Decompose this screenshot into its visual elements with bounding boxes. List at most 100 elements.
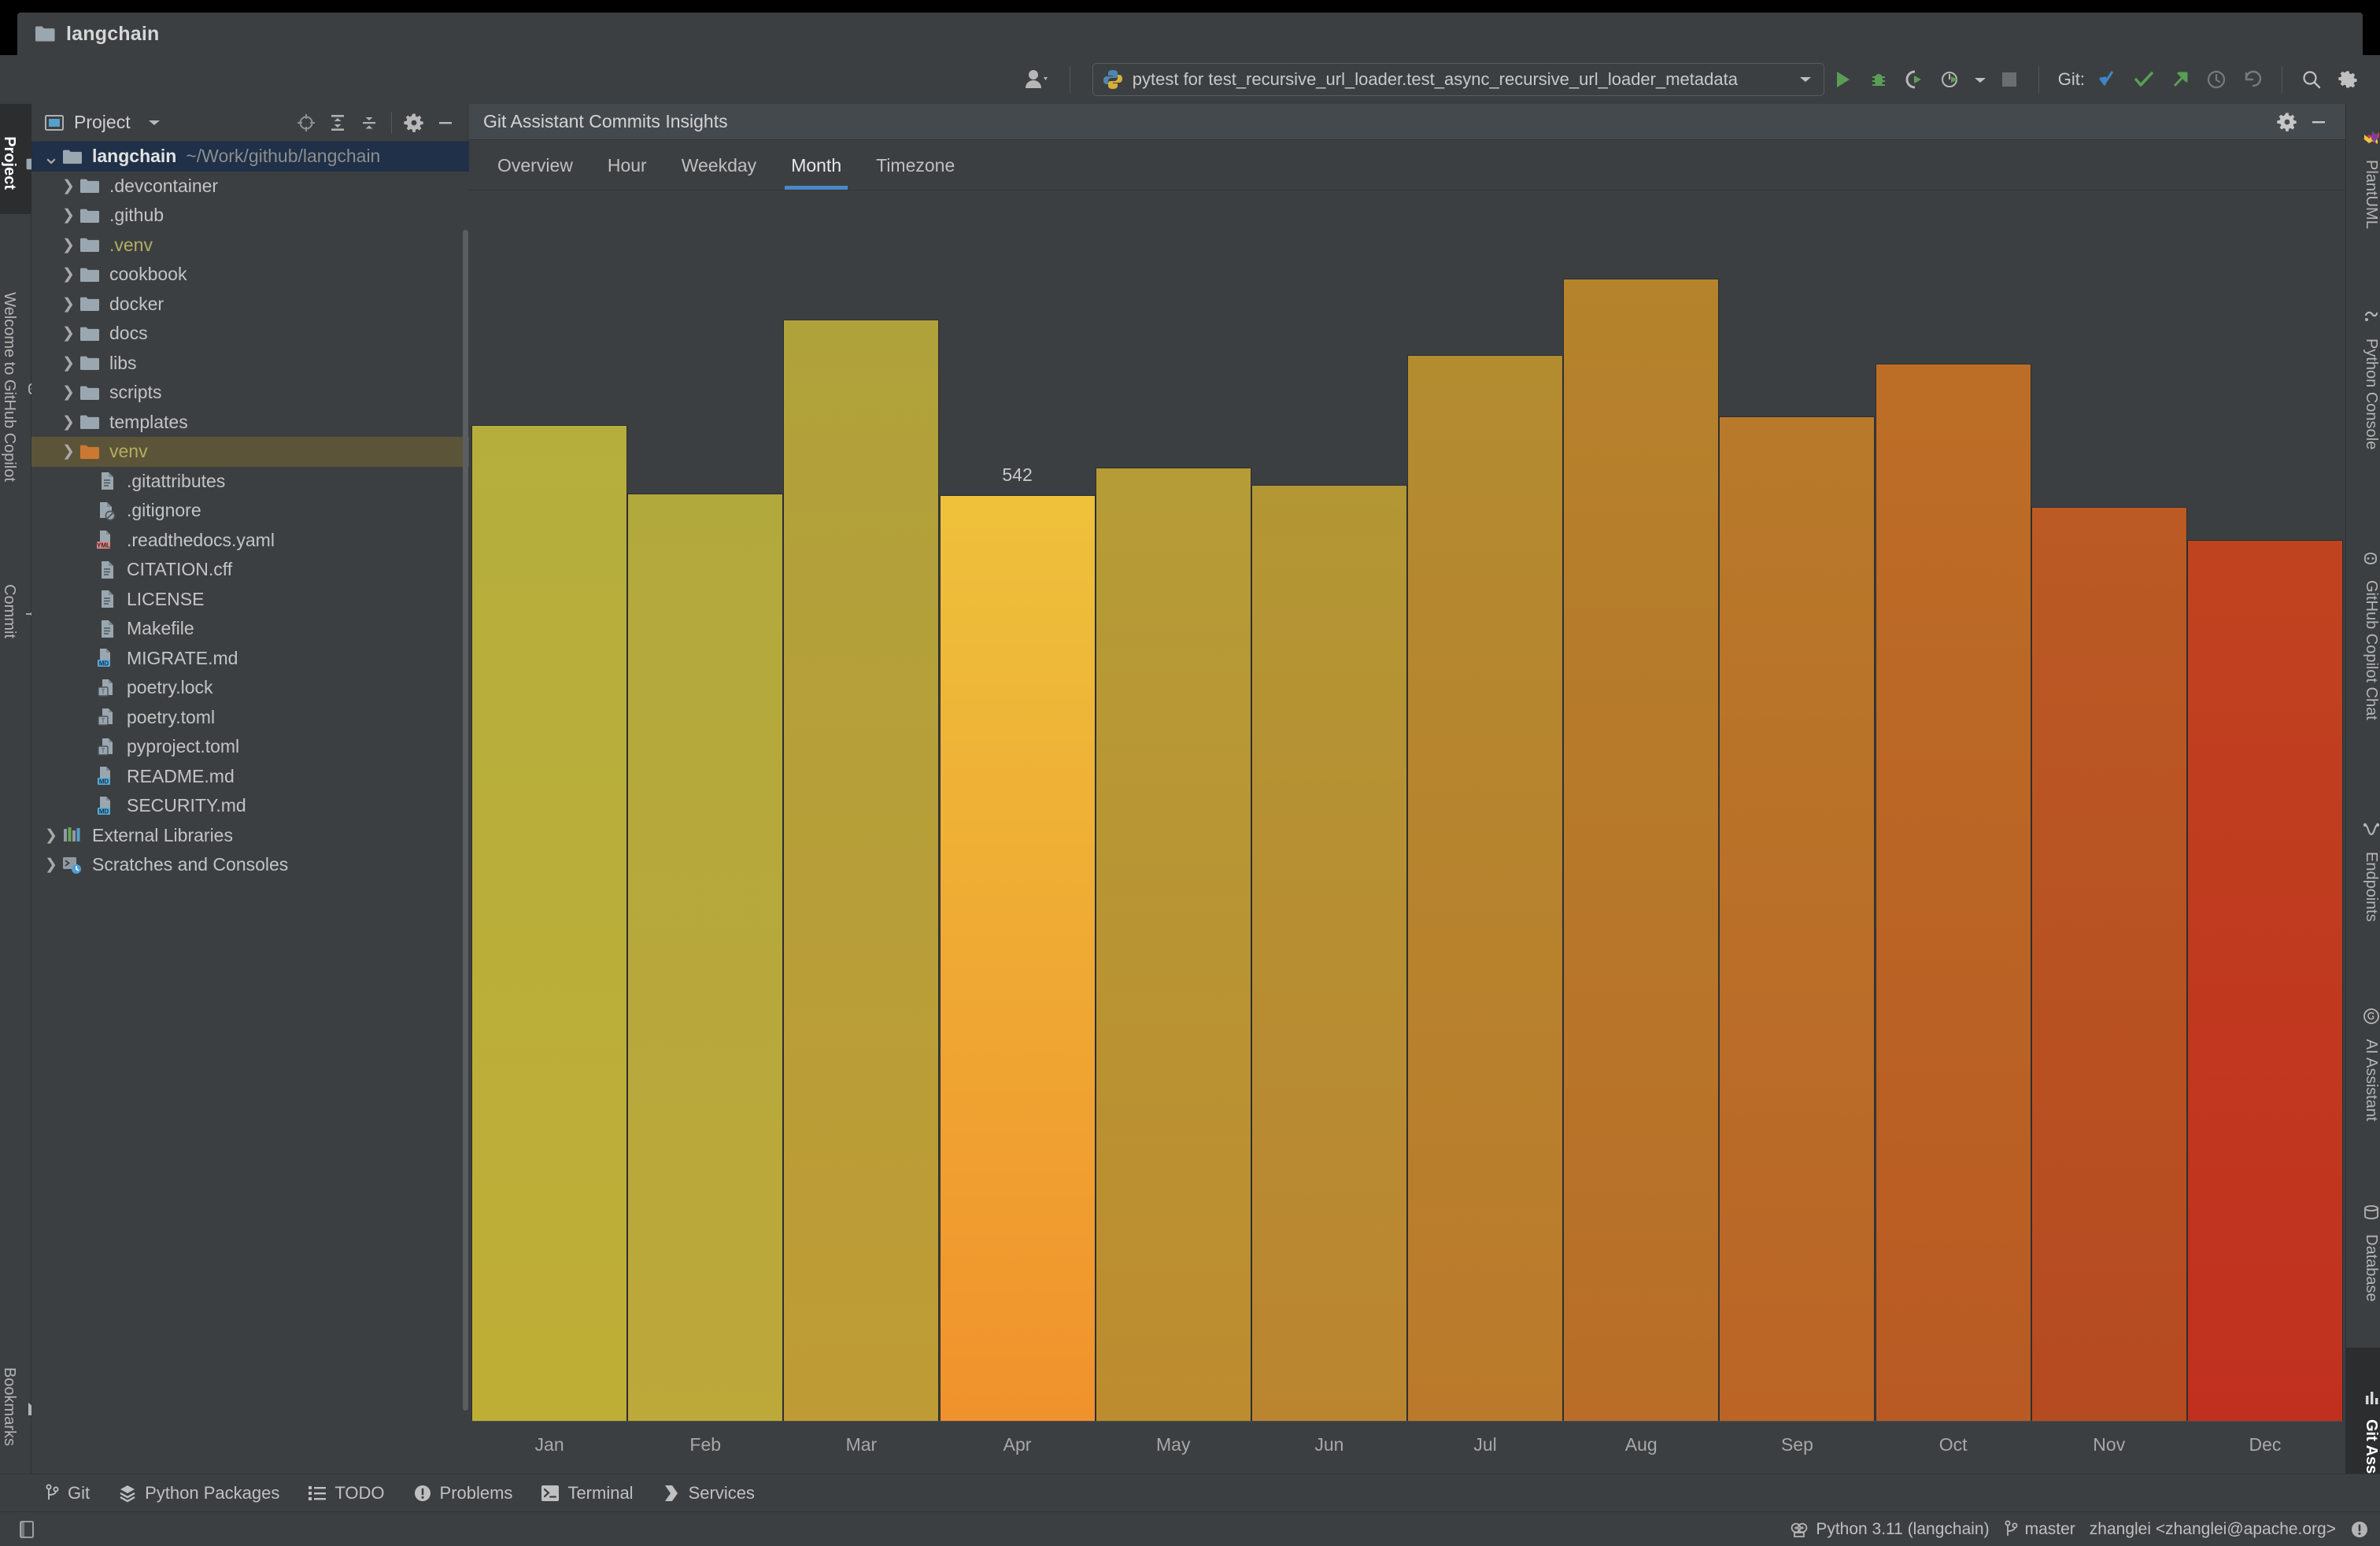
notifications-icon[interactable] — [2350, 1520, 2369, 1539]
tree-row[interactable]: ❯ .devcontainer — [31, 172, 469, 202]
chevron-right-icon[interactable]: ❯ — [60, 319, 77, 348]
bottom-tab-todo[interactable]: TODO — [308, 1483, 385, 1503]
bar-sep[interactable] — [1719, 416, 1876, 1421]
tree-row[interactable]: .gitattributes — [31, 467, 469, 497]
chevron-right-icon[interactable]: ❯ — [60, 201, 77, 230]
tree-row[interactable]: ❯ scripts — [31, 378, 469, 408]
settings-icon[interactable] — [398, 107, 430, 139]
chevron-right-icon[interactable]: ❯ — [42, 821, 60, 850]
tab-hour[interactable]: Hour — [590, 141, 664, 190]
bar-nov[interactable] — [2031, 507, 2187, 1421]
bottom-tab-terminal[interactable]: Terminal — [541, 1483, 634, 1503]
bottom-tab-python-packages[interactable]: Python Packages — [118, 1483, 279, 1503]
tree-row[interactable]: Makefile — [31, 614, 469, 644]
bar-aug[interactable] — [1563, 278, 1720, 1421]
tree-row[interactable]: ❯ venv — [31, 437, 469, 467]
run-configuration-selector[interactable]: pytest for test_recursive_url_loader.tes… — [1092, 63, 1824, 96]
tree-row[interactable]: ⌄ langchain ~/Work/github/langchain — [31, 142, 469, 172]
hide-panel-icon[interactable] — [430, 107, 461, 139]
bar-mar[interactable] — [783, 319, 940, 1421]
tree-row[interactable]: Tpoetry.toml — [31, 703, 469, 733]
bar-jul[interactable] — [1407, 355, 1564, 1421]
chevron-down-icon[interactable]: ⌄ — [42, 142, 60, 171]
chevron-right-icon[interactable]: ❯ — [42, 850, 60, 879]
git-panel-tabs[interactable]: Overview Hour Weekday Month Timezone — [469, 140, 2345, 190]
tree-row[interactable]: MD MIGRATE.md — [31, 644, 469, 674]
interpreter-selector[interactable]: Python 3.11 (langchain) — [1790, 1520, 1990, 1539]
sidebar-item-github-copilot-chat[interactable]: GitHub Copilot Chat — [2345, 501, 2380, 761]
git-commit-icon[interactable] — [2126, 61, 2162, 98]
chevron-right-icon[interactable]: ❯ — [60, 290, 77, 319]
git-rollback-icon[interactable] — [2234, 61, 2271, 98]
tree-row[interactable]: ❯ Scratches and Consoles — [31, 850, 469, 880]
tree-row[interactable]: ❯ External Libraries — [31, 821, 469, 851]
tree-row[interactable]: ❯ .venv — [31, 231, 469, 261]
tree-row[interactable]: MD README.md — [31, 762, 469, 792]
git-update-icon[interactable] — [2090, 61, 2126, 98]
sidebar-item-plantuml[interactable]: PlantUML — [2345, 104, 2380, 246]
branch-selector[interactable]: master — [2004, 1520, 2075, 1539]
sidebar-item-database[interactable]: Database — [2345, 1171, 2380, 1328]
tree-row[interactable]: Tpyproject.toml — [31, 732, 469, 762]
bar-feb[interactable] — [627, 494, 784, 1421]
git-push-icon[interactable] — [2162, 61, 2198, 98]
chevron-right-icon[interactable]: ❯ — [60, 260, 77, 289]
tab-overview[interactable]: Overview — [480, 141, 590, 190]
tree-row[interactable]: ❯ cookbook — [31, 260, 469, 290]
bottom-tab-problems[interactable]: Problems — [413, 1483, 512, 1503]
tree-row[interactable]: ❯ docker — [31, 290, 469, 320]
settings-icon[interactable] — [2330, 61, 2366, 98]
tree-row[interactable]: Tpoetry.lock — [31, 673, 469, 703]
git-history-icon[interactable] — [2198, 61, 2234, 98]
bar-oct[interactable] — [1875, 364, 2031, 1421]
locate-icon[interactable] — [290, 107, 322, 139]
tree-row[interactable]: ❯ libs — [31, 349, 469, 379]
sidebar-item-python-console[interactable]: Python Console — [2345, 273, 2380, 478]
settings-icon[interactable] — [2271, 106, 2303, 138]
tree-row[interactable]: .gitignore — [31, 496, 469, 526]
user-avatar-icon[interactable] — [1016, 61, 1059, 98]
bar-dec[interactable] — [2186, 539, 2343, 1421]
profile-icon[interactable] — [1933, 61, 1969, 98]
sidebar-item-welcome-to-github-copilot[interactable]: Welcome to GitHub Copilot — [0, 253, 41, 513]
tree-row[interactable]: YML .readthedocs.yaml — [31, 526, 469, 556]
project-tree[interactable]: ⌄ langchain ~/Work/github/langchain ❯ .devco… — [31, 142, 469, 1474]
chevron-right-icon[interactable]: ❯ — [60, 378, 77, 407]
tree-row[interactable]: LICENSE — [31, 585, 469, 615]
chevron-down-icon[interactable] — [1798, 75, 1813, 84]
hide-panel-icon[interactable] — [2303, 106, 2334, 138]
layout-toggle-icon[interactable] — [0, 1519, 36, 1540]
project-badge[interactable]: langchain — [17, 23, 160, 46]
search-icon[interactable] — [2293, 61, 2330, 98]
sidebar-item-bookmarks[interactable]: Bookmarks — [0, 1316, 36, 1489]
stop-icon[interactable] — [1991, 61, 2027, 98]
tree-row[interactable]: ❯ templates — [31, 408, 469, 438]
tab-timezone[interactable]: Timezone — [859, 141, 972, 190]
tree-row[interactable]: ❯ .github — [31, 201, 469, 231]
project-panel-scrollbar[interactable] — [463, 230, 468, 1411]
sidebar-item-ai-assistant[interactable]: AI Assistant — [2345, 974, 2380, 1147]
sidebar-item-project[interactable]: Project — [0, 104, 42, 214]
tab-weekday[interactable]: Weekday — [664, 141, 774, 190]
sidebar-item-endpoints[interactable]: Endpoints — [2345, 785, 2380, 950]
bar-jun[interactable] — [1251, 485, 1407, 1421]
debug-icon[interactable] — [1861, 61, 1897, 98]
chevron-right-icon[interactable]: ❯ — [60, 172, 77, 201]
expand-all-icon[interactable] — [322, 107, 353, 139]
bar-may[interactable] — [1095, 468, 1251, 1421]
sidebar-item-commit[interactable]: Commit — [0, 537, 43, 679]
bar-apr[interactable] — [939, 495, 1096, 1421]
tree-row[interactable]: CITATION.cff — [31, 555, 469, 585]
run-icon[interactable] — [1824, 61, 1861, 98]
chevron-down-icon[interactable] — [139, 107, 170, 139]
run-with-coverage-icon[interactable] — [1897, 61, 1933, 98]
tree-row[interactable]: ❯ docs — [31, 319, 469, 349]
chevron-right-icon[interactable]: ❯ — [60, 349, 77, 378]
bar-jan[interactable] — [471, 425, 628, 1421]
bottom-tab-services[interactable]: Services — [662, 1483, 755, 1503]
chevron-right-icon[interactable]: ❯ — [60, 408, 77, 437]
bottom-tab-git[interactable]: Git — [44, 1483, 90, 1503]
collapse-all-icon[interactable] — [353, 107, 385, 139]
chevron-right-icon[interactable]: ❯ — [60, 231, 77, 260]
chevron-right-icon[interactable]: ❯ — [60, 437, 77, 466]
